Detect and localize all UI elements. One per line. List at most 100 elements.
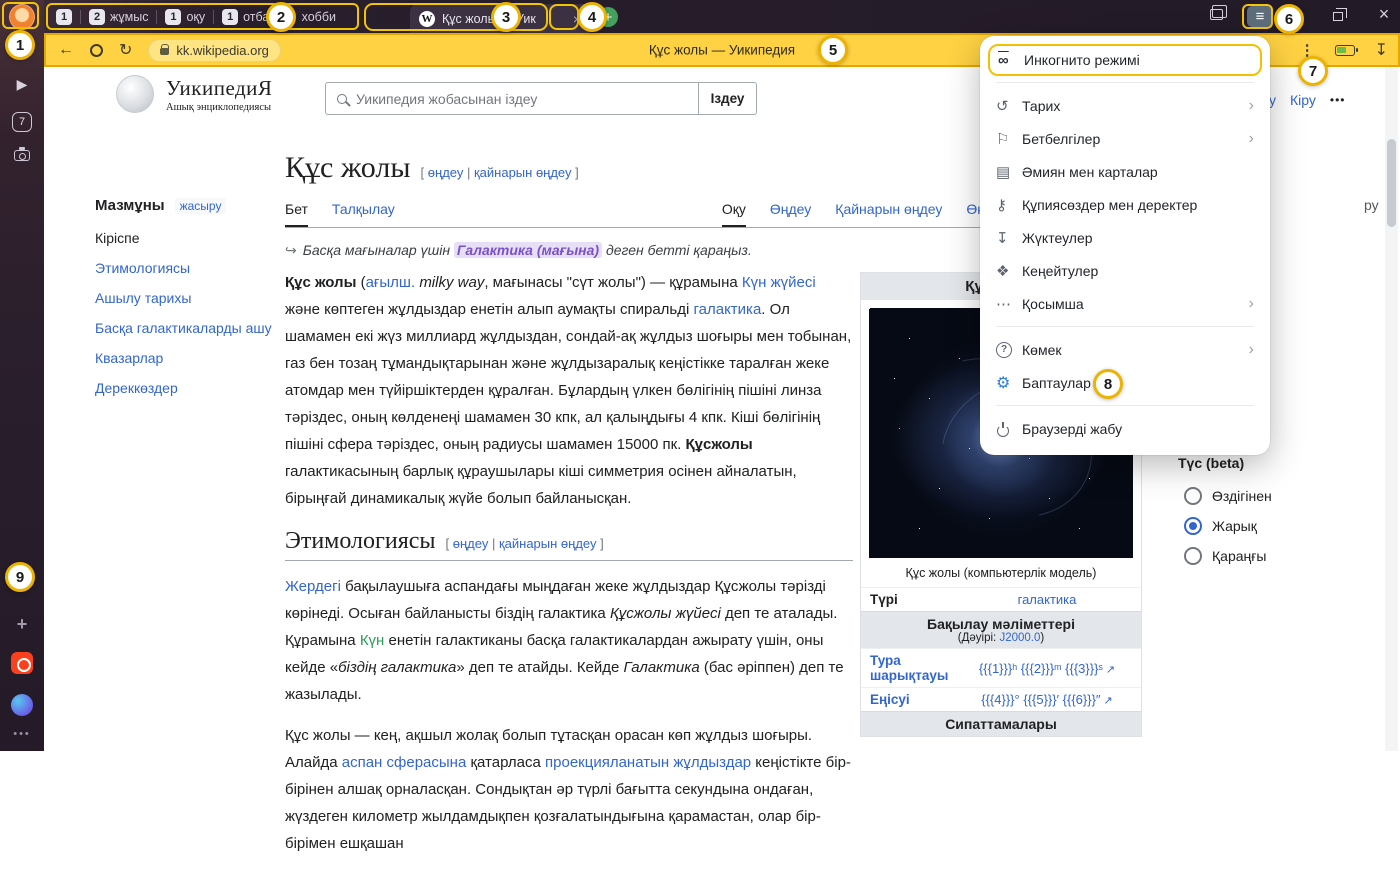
browser-menu-button[interactable]: ≡	[1247, 6, 1273, 27]
tab-group-count: 1	[222, 9, 238, 25]
sidebar-add-button[interactable]: +	[0, 614, 44, 635]
screenshot-button[interactable]	[0, 150, 44, 161]
menu-item-settings[interactable]: ⚙ Баптаулар	[980, 366, 1270, 399]
epoch-line: (Дәуірі: J2000.0)	[867, 632, 1135, 644]
back-icon[interactable]: ←	[58, 41, 74, 59]
tab-group-1[interactable]: 1	[48, 9, 80, 25]
browser-sidebar: ▶ 7 + •••	[0, 0, 44, 751]
callout-7: 7	[1298, 56, 1328, 86]
toc-item-discovery[interactable]: Ашылу тарихы	[95, 290, 275, 307]
menu-item-incognito[interactable]: ∞ Инкогнито режимі	[988, 44, 1262, 76]
toc-item-etymology[interactable]: Этимологиясы	[95, 260, 275, 277]
menu-item-help[interactable]: ? Көмек ›	[980, 333, 1270, 366]
tab-panels-icon[interactable]	[1210, 9, 1223, 20]
browser-dropdown-menu: ∞ Инкогнито режимі ↺ Тарих › ⚐ Бетбелгіл…	[980, 36, 1270, 455]
menu-item-more[interactable]: ⋯ Қосымша ›	[980, 287, 1270, 320]
tab-talk[interactable]: Талқылау	[332, 201, 395, 227]
tab-edit[interactable]: Өңдеу	[770, 201, 811, 227]
alice-assistant-button[interactable]	[0, 694, 44, 716]
download-icon[interactable]: ↧	[1375, 40, 1388, 60]
menu-item-close-browser[interactable]: Браузерді жабу	[980, 412, 1270, 445]
wikipedia-wordmark[interactable]: УикипедиЯ Ашық энциклопедиясы	[166, 76, 272, 113]
tab-group-2[interactable]: 2 жұмыс	[81, 9, 156, 25]
dec-value[interactable]: {{{4}}}° {{{5}}}′ {{{6}}}″↗	[962, 692, 1132, 707]
toc-hide-link[interactable]: жасыру	[175, 198, 227, 214]
toc-item-other-galaxies[interactable]: Басқа галактикаларды ашу	[95, 320, 275, 337]
yandex-music-button[interactable]	[0, 652, 44, 674]
inline-link[interactable]: қайнарын өңдеу	[499, 536, 597, 551]
header-more-icon[interactable]: •••	[1330, 93, 1346, 107]
inline-link[interactable]: ағылш.	[366, 274, 416, 291]
inline-link[interactable]: Галактика (мағына)	[454, 242, 602, 258]
appearance-hide-fragment[interactable]: ру	[1364, 197, 1379, 213]
text-run: Құс жолы	[285, 274, 356, 291]
wikipedia-logo[interactable]	[116, 75, 154, 113]
address-bar[interactable]: kk.wikipedia.org	[148, 39, 281, 62]
signup-link-fragment[interactable]: у	[1269, 92, 1276, 108]
radio-icon[interactable]	[1184, 487, 1202, 505]
wiki-menu-button[interactable]	[84, 91, 92, 99]
login-link[interactable]: Кіру	[1290, 92, 1316, 108]
sidebar-more-button[interactable]: •••	[0, 728, 44, 740]
wiki-header-right: у Кіру •••	[1269, 92, 1346, 108]
theme-option-light[interactable]: Жарық	[1184, 517, 1257, 535]
inline-link[interactable]: галактика	[694, 301, 762, 318]
ra-label[interactable]: Тура шарықтауы	[870, 653, 962, 683]
inline-link[interactable]: J2000.0	[999, 632, 1040, 644]
tab-counter-button[interactable]: 7	[0, 112, 44, 132]
radio-icon[interactable]	[1184, 517, 1202, 535]
tab-group-count: 1	[165, 9, 181, 25]
toc-item-sources[interactable]: Дереккөздер	[95, 380, 275, 397]
inline-link[interactable]: Күн	[360, 632, 385, 649]
scrollbar-track[interactable]	[1385, 67, 1398, 751]
infobox-type-value[interactable]: галактика	[962, 592, 1132, 607]
tab-read[interactable]: Оқу	[722, 201, 746, 227]
scrollbar-thumb[interactable]	[1387, 139, 1396, 227]
menu-item-downloads[interactable]: ↧ Жүктеулер	[980, 221, 1270, 254]
inline-link[interactable]: өңдеу	[453, 536, 489, 551]
inline-link[interactable]: Күн жүйесі	[742, 274, 816, 291]
hatnote: ↪Басқа мағыналар үшін Галактика (мағына)…	[285, 242, 853, 259]
profile-avatar-button[interactable]	[0, 4, 44, 30]
inline-link[interactable]: өңдеу	[428, 165, 464, 180]
toc-item-intro[interactable]: Кіріспе	[95, 230, 275, 247]
menu-item-extensions[interactable]: ❖ Кеңейтулер	[980, 254, 1270, 287]
article-title: Құс жолы	[285, 151, 411, 185]
refresh-icon[interactable]: ↻	[119, 40, 132, 60]
page-title[interactable]: Құс жолы — Уикипедия	[649, 43, 795, 58]
yandex-icon[interactable]	[90, 44, 103, 57]
ra-value[interactable]: {{{1}}}ʰ {{{2}}}ᵐ {{{3}}}ˢ↗	[962, 661, 1132, 676]
menu-item-bookmarks[interactable]: ⚐ Бетбелгілер ›	[980, 122, 1270, 155]
radio-icon[interactable]	[1184, 547, 1202, 565]
play-button[interactable]: ▶	[0, 76, 44, 93]
inline-link[interactable]: Жердегі	[285, 578, 341, 595]
wiki-search-input[interactable]	[356, 91, 698, 107]
toc-item-quasars[interactable]: Квазарлар	[95, 350, 275, 367]
battery-icon[interactable]	[1335, 45, 1355, 56]
menu-item-history[interactable]: ↺ Тарих ›	[980, 89, 1270, 122]
tab-group-3[interactable]: 1 оқу	[157, 9, 213, 25]
dec-label[interactable]: Еңісуі	[870, 692, 962, 707]
menu-item-passwords[interactable]: ⚷ Құпиясөздер мен деректер	[980, 188, 1270, 221]
wallet-icon: ▤	[996, 163, 1022, 181]
text-run: Басқа мағыналар үшін	[303, 242, 454, 258]
search-button[interactable]: Іздеу	[698, 83, 756, 114]
camera-icon	[14, 150, 30, 161]
theme-option-dark[interactable]: Қараңғы	[1184, 547, 1266, 565]
downloads-icon: ↧	[996, 229, 1022, 247]
plus-icon: +	[17, 614, 28, 635]
section-edit-links: [ өңдеу | қайнарын өңдеу ]	[446, 535, 604, 553]
inline-link[interactable]: аспан сферасына	[342, 754, 467, 771]
window-restore-icon[interactable]	[1333, 12, 1343, 21]
theme-option-auto[interactable]: Өздігінен	[1184, 487, 1272, 505]
tab-group-label: хобби	[302, 10, 336, 24]
tab-page[interactable]: Бет	[285, 201, 308, 227]
text-run: [	[421, 165, 428, 180]
menu-item-wallet[interactable]: ▤ Әмиян мен карталар	[980, 155, 1270, 188]
inline-link[interactable]: проекцияланатын жұлдыздар	[545, 754, 751, 771]
tab-edit-source[interactable]: Қайнарын өңдеу	[835, 201, 942, 227]
section-heading-etymology: Этимологиясы	[285, 528, 436, 555]
tab-group-5[interactable]: хобби	[294, 10, 344, 24]
inline-link[interactable]: қайнарын өңдеу	[474, 165, 572, 180]
window-close-icon[interactable]: ×	[1372, 4, 1396, 25]
